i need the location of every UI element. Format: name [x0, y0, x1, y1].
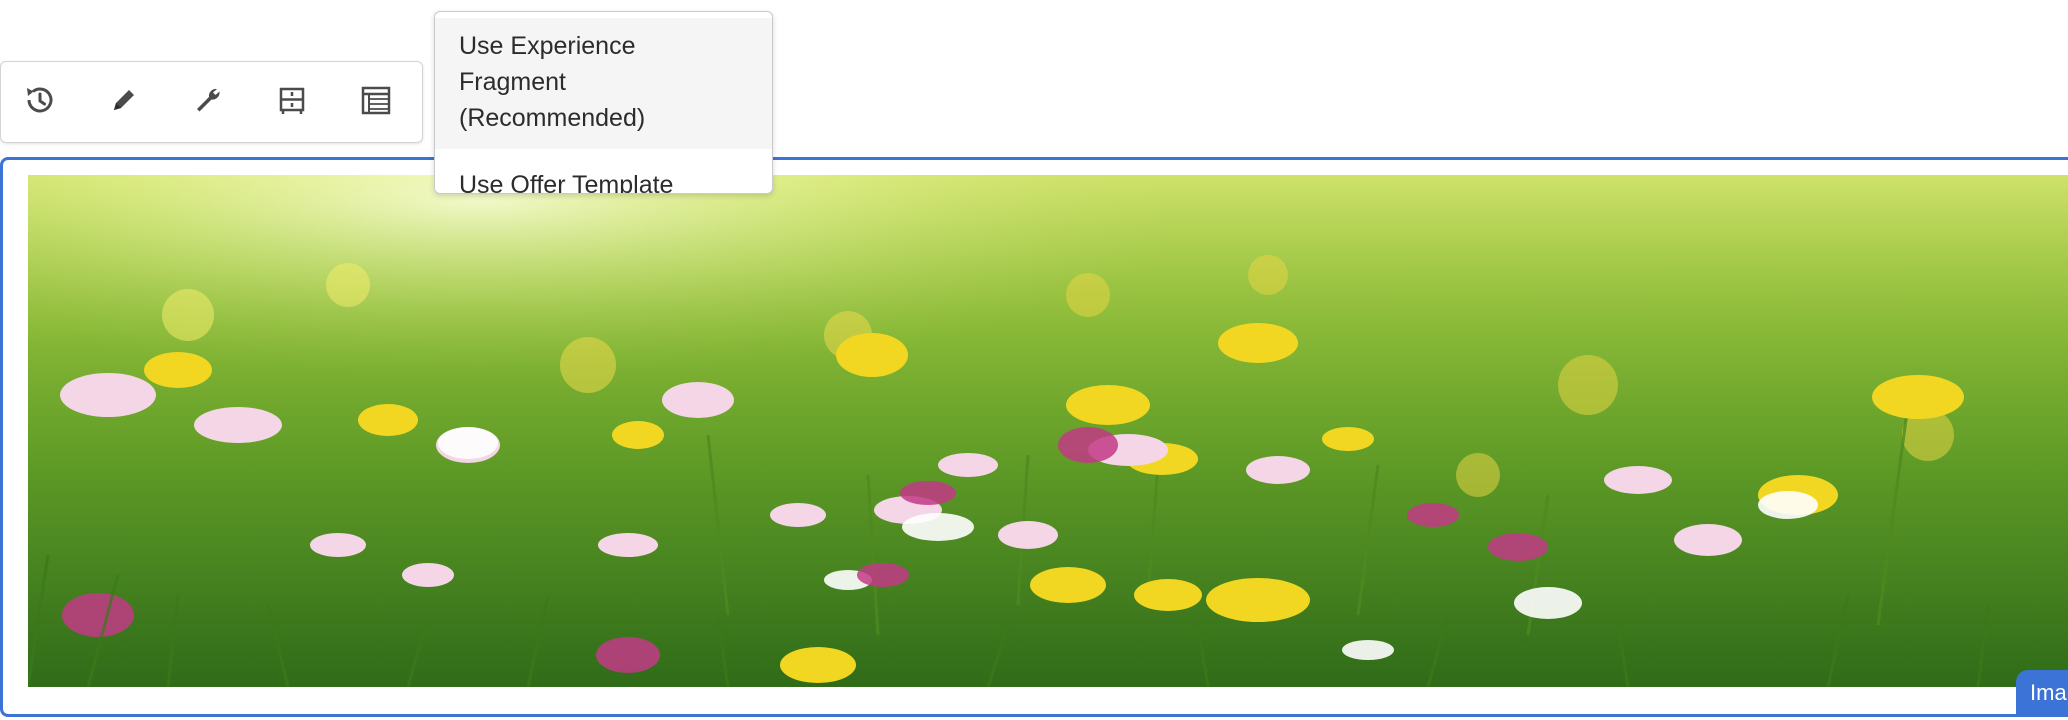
history-button[interactable] — [19, 81, 61, 123]
history-icon — [23, 83, 57, 122]
table-button[interactable] — [355, 81, 397, 123]
target-options-menu: Use Experience Fragment (Recommended) Us… — [434, 11, 773, 194]
target-button[interactable] — [271, 81, 313, 123]
menu-item-use-experience-fragment[interactable]: Use Experience Fragment (Recommended) — [435, 18, 772, 149]
configure-button[interactable] — [187, 81, 229, 123]
editor-canvas: Use Experience Fragment (Recommended) Us… — [0, 0, 2068, 720]
component-type-badge: Ima — [2016, 670, 2068, 716]
menu-item-use-offer-template[interactable]: Use Offer Template — [435, 149, 772, 193]
target-activity-icon — [275, 83, 309, 122]
pencil-icon — [107, 83, 141, 122]
meadow-flowers-image — [28, 175, 2068, 687]
table-icon — [359, 83, 393, 122]
banner-image[interactable] — [28, 175, 2068, 687]
component-toolbar — [0, 61, 423, 143]
edit-button[interactable] — [103, 81, 145, 123]
wrench-icon — [191, 83, 225, 122]
